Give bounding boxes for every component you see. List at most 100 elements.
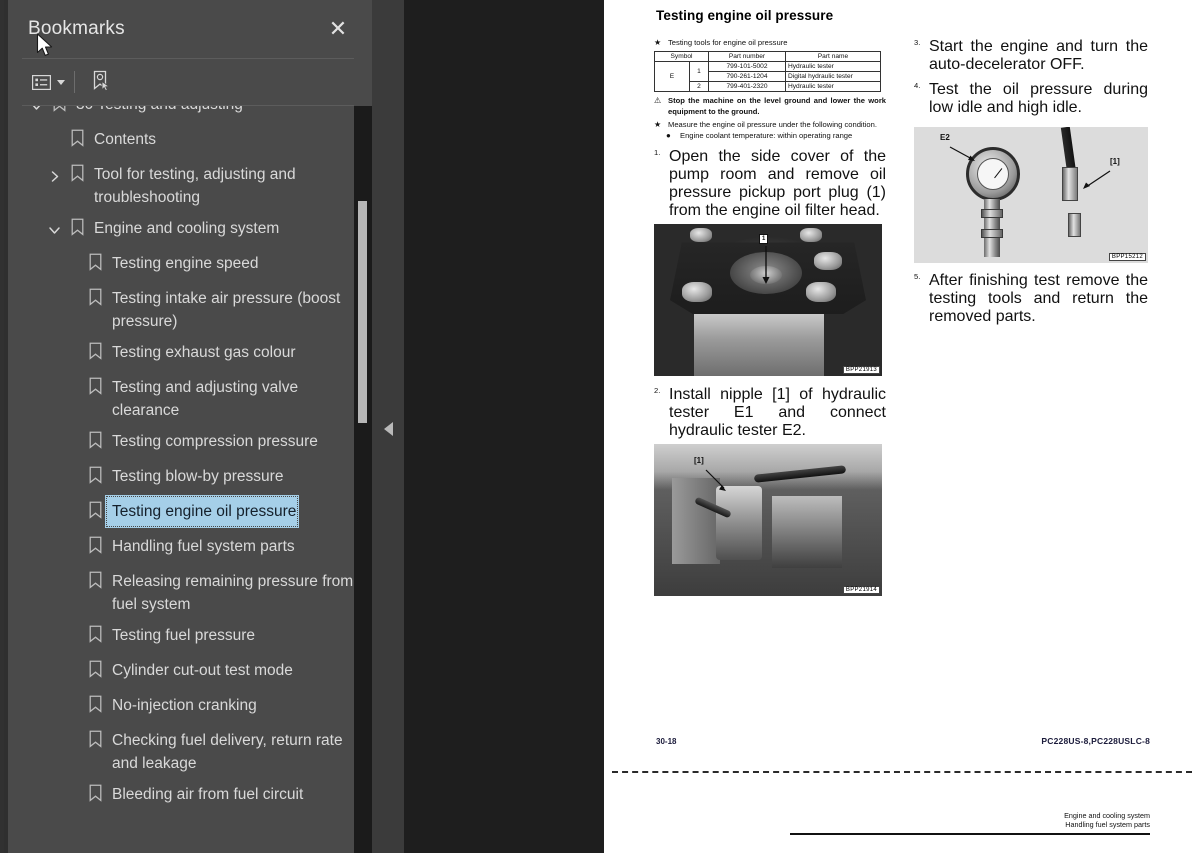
bookmark-item-label: 30 Testing and adjusting: [70, 106, 245, 120]
step-2-text: Install nipple [1] of hydraulic tester E…: [669, 386, 886, 440]
figure-label-1: [1]: [1110, 157, 1120, 166]
triangle-left-icon: [383, 422, 393, 436]
star-icon: ★: [654, 119, 662, 129]
new-bookmark-button[interactable]: [87, 67, 117, 97]
bookmark-icon: [66, 129, 88, 153]
bookmark-item-label: Testing and adjusting valve clearance: [112, 379, 299, 419]
figure-gauge-diagram: E2 [1] BPP15212: [914, 127, 1148, 263]
step-5-number: 5.: [914, 272, 921, 281]
cell-part-name: Hydraulic tester: [785, 61, 881, 73]
bookmark-icon: [84, 501, 106, 525]
figure-pump: [772, 496, 842, 569]
cell-part-number: 799-401-2320: [708, 81, 786, 93]
th-part-number: Part number: [708, 51, 786, 63]
figure-bolt: [806, 282, 836, 303]
bookmark-item[interactable]: Testing blow-by pressure: [18, 461, 364, 496]
cell-part-number: 799-101-5002: [708, 61, 786, 73]
pdf-viewer[interactable]: Testing engine oil pressure ★ Testing to…: [404, 0, 1200, 853]
tools-table: Symbol Part number Part name E 1 799-101…: [654, 51, 881, 93]
bookmarks-header: Bookmarks ✕: [22, 0, 354, 59]
figure-caption: BPP21914: [842, 586, 880, 595]
bookmark-item[interactable]: Testing engine speed: [18, 248, 364, 283]
bookmark-icon: [66, 218, 88, 242]
bookmark-icon: [84, 253, 106, 277]
bookmark-item[interactable]: Testing fuel pressure: [18, 620, 364, 655]
right-column: 3. Start the engine and turn the auto-de…: [914, 38, 1148, 326]
figure-hydraulic-tester-photo: [1] BPP21914: [654, 444, 882, 597]
bookmark-item-label: Testing compression pressure: [112, 433, 318, 450]
bookmark-item[interactable]: Testing and adjusting valve clearance: [18, 372, 364, 426]
bookmark-icon: [84, 342, 106, 366]
figure-callout-1: [1]: [694, 456, 704, 466]
figure-coupler: [981, 209, 1003, 218]
figure-nipple: [1068, 213, 1081, 237]
figure-bolt: [690, 228, 712, 243]
star-icon: ★: [654, 38, 662, 47]
bookmark-item[interactable]: Tool for testing, adjusting and troubles…: [18, 159, 364, 213]
figure-callout-1: 1: [759, 234, 769, 245]
bookmark-item[interactable]: No-injection cranking: [18, 690, 364, 725]
next-page-header: Engine and cooling system Handling fuel …: [1064, 811, 1150, 829]
bookmark-item-label: Testing fuel pressure: [112, 627, 256, 644]
bookmark-item[interactable]: Releasing remaining pressure from fuel s…: [18, 566, 364, 620]
left-column: ★ Testing tools for engine oil pressure …: [654, 38, 886, 597]
bookmark-item[interactable]: Cylinder cut-out test mode: [18, 655, 364, 690]
bookmark-item[interactable]: Testing exhaust gas colour: [18, 337, 364, 372]
bookmark-item[interactable]: Handling fuel system parts: [18, 531, 364, 566]
th-part-name: Part name: [785, 51, 881, 63]
close-icon[interactable]: ✕: [324, 15, 352, 43]
cell-part-number: 790-261-1204: [708, 71, 786, 83]
figure-gauge-stem: [981, 199, 1003, 257]
bookmarks-tree-container[interactable]: 30 Testing and adjusting Contents Tool for…: [18, 106, 372, 853]
figure-pressure-gauge: [966, 147, 1020, 201]
bookmark-item[interactable]: Testing intake air pressure (boost press…: [18, 283, 364, 337]
chevron-down-icon[interactable]: [42, 218, 66, 242]
collapse-panel-button[interactable]: [380, 418, 396, 440]
panel-title: Bookmarks: [28, 18, 125, 39]
warning-triangle-icon: ⚠: [654, 96, 662, 106]
bookmark-icon: [84, 625, 106, 649]
bookmark-item[interactable]: 30 Testing and adjusting: [18, 106, 364, 124]
bookmark-item-label: Testing blow-by pressure: [112, 468, 284, 485]
bookmark-item-label: Testing exhaust gas colour: [112, 344, 296, 361]
step-4: 4. Test the oil pressure during low idle…: [914, 81, 1148, 117]
bookmark-item-label: Bleeding air from fuel circuit: [112, 786, 304, 803]
figure-pump-room-photo: 1 BPP21913: [654, 224, 882, 377]
th-symbol: Symbol: [654, 51, 709, 63]
next-page-header-line2: Handling fuel system parts: [1065, 820, 1150, 829]
figure-caption: BPP21913: [842, 366, 880, 375]
bookmark-item[interactable]: Contents: [18, 124, 364, 159]
bookmark-item-label: Engine and cooling system: [94, 220, 280, 237]
bookmark-item[interactable]: Checking fuel delivery, return rate and …: [18, 725, 364, 779]
chevron-down-icon[interactable]: [24, 106, 48, 118]
bookmark-icon: [84, 288, 106, 312]
figure-bolt: [682, 282, 712, 303]
list-options-button[interactable]: [28, 67, 68, 97]
note-sub-text: Engine coolant temperature: within opera…: [680, 131, 853, 141]
warning-row: ⚠ Stop the machine on the level ground a…: [654, 96, 886, 117]
figure-hose: [753, 465, 847, 484]
bookmark-item[interactable]: Engine and cooling system: [18, 213, 364, 248]
figure-connector: [1062, 167, 1078, 201]
bookmarks-scrollbar-thumb[interactable]: [358, 201, 367, 423]
bookmark-item-label: Handling fuel system parts: [112, 538, 295, 555]
table-header-row: Symbol Part number Part name: [654, 51, 881, 63]
bookmark-item[interactable]: Testing engine oil pressure: [18, 496, 364, 531]
chevron-down-icon: [56, 79, 65, 85]
bookmark-icon: [84, 784, 106, 808]
bookmark-item[interactable]: Testing compression pressure: [18, 426, 364, 461]
figure-callout-arrows: [949, 146, 1111, 189]
bookmarks-scrollbar[interactable]: [354, 106, 372, 853]
bookmark-icon: [84, 571, 106, 595]
bookmark-item[interactable]: Bleeding air from fuel circuit: [18, 779, 364, 814]
chevron-right-icon[interactable]: [42, 164, 66, 188]
bookmark-item-label: Testing intake air pressure (boost press…: [112, 290, 341, 330]
step-2-number: 2.: [654, 386, 661, 396]
step-4-number: 4.: [914, 81, 921, 90]
application-window: Testing engine oil pressure ★ Testing to…: [0, 0, 1200, 853]
